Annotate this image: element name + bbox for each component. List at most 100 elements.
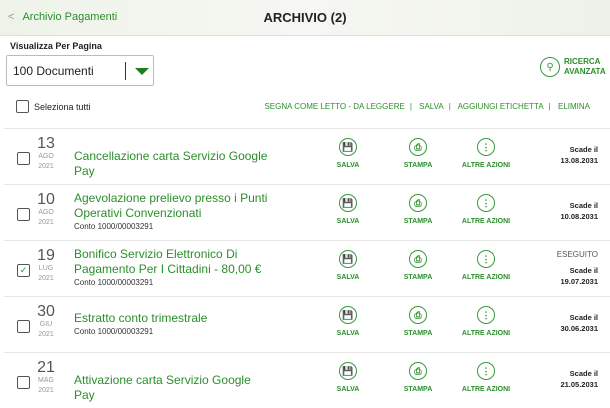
save-button[interactable]: 💾 SALVA	[318, 250, 378, 281]
select-all-label: Seleziona tutti	[34, 101, 91, 112]
expiry-date: 19.07.2031	[560, 277, 598, 286]
print-button[interactable]: ⎙ STAMPA	[388, 194, 448, 225]
row-account: Conto 1000/00003291	[74, 222, 154, 231]
row-account: Conto 1000/00003291	[74, 327, 154, 336]
row-title[interactable]: Bonifico Servizio Elettronico Di Pagamen…	[74, 247, 274, 277]
date-day: 21	[37, 359, 55, 376]
delete-link[interactable]: ELIMINA	[558, 102, 590, 111]
save-button[interactable]: 💾 SALVA	[318, 138, 378, 169]
print-icon: ⎙	[409, 306, 427, 324]
bulk-actions: SEGNA COME LETTO - DA LEGGERE | SALVA | AG…	[264, 102, 590, 111]
advanced-search-button[interactable]: ⚲ RICERCA AVANZATA	[540, 57, 606, 77]
row-title[interactable]: Agevolazione prelievo presso i Punti Ope…	[74, 191, 274, 221]
mark-read-link[interactable]: SEGNA COME LETTO - DA LEGGERE	[264, 102, 404, 111]
print-label: STAMPA	[403, 386, 433, 393]
document-row[interactable]: 21 MAG 2021 Attivazione carta Servizio Goo…	[4, 352, 610, 408]
row-date: 19 LUG 2021	[36, 248, 56, 284]
date-month: MAG	[38, 377, 54, 384]
expiry-label: Scade il	[569, 266, 598, 275]
row-checkbox[interactable]	[17, 152, 30, 165]
add-label-link[interactable]: AGGIUNGI ETICHETTA	[458, 102, 544, 111]
print-button[interactable]: ⎙ STAMPA	[388, 306, 448, 337]
date-day: 30	[37, 303, 55, 320]
expiry-label: Scade il	[569, 145, 598, 154]
row-date: 30 GIU 2021	[36, 304, 56, 340]
row-checkbox[interactable]	[17, 376, 30, 389]
separator: |	[548, 102, 551, 111]
date-month: AGO	[38, 153, 54, 160]
print-button[interactable]: ⎙ STAMPA	[388, 362, 448, 393]
save-button[interactable]: 💾 SALVA	[318, 194, 378, 225]
more-vertical-icon: ⋮	[477, 138, 495, 156]
print-icon: ⎙	[409, 194, 427, 212]
row-checkbox[interactable]	[17, 320, 30, 333]
search-label-1: RICERCA	[564, 57, 601, 66]
select-divider	[125, 62, 126, 80]
print-label: STAMPA	[403, 330, 433, 337]
expiry-date: 21.05.2031	[560, 380, 598, 389]
more-label: ALTRE AZIONI	[461, 330, 511, 337]
document-row[interactable]: ✓ 19 LUG 2021 Bonifico Servizio Elettronic…	[4, 240, 610, 296]
row-title[interactable]: Attivazione carta Servizio Google Pay	[74, 373, 274, 403]
more-label: ALTRE AZIONI	[461, 218, 511, 225]
row-checkbox[interactable]: ✓	[17, 264, 30, 277]
separator: |	[448, 102, 451, 111]
row-date: 10 AGO 2021	[36, 192, 56, 228]
more-label: ALTRE AZIONI	[461, 162, 511, 169]
document-row[interactable]: 13 AGO 2021 Cancellazione carta Servizio G…	[4, 128, 610, 184]
save-label: SALVA	[336, 274, 360, 281]
page-title: ARCHIVIO (2)	[263, 10, 347, 25]
document-row[interactable]: 30 GIU 2021 Estratto conto trimestrale Cont…	[4, 296, 610, 352]
save-button[interactable]: 💾 SALVA	[318, 362, 378, 393]
more-actions-button[interactable]: ⋮ ALTRE AZIONI	[456, 194, 516, 225]
date-day: 13	[37, 135, 55, 152]
header-bar: < Archivio Pagamenti ARCHIVIO (2)	[0, 0, 610, 36]
print-icon: ⎙	[409, 362, 427, 380]
more-actions-button[interactable]: ⋮ ALTRE AZIONI	[456, 362, 516, 393]
more-vertical-icon: ⋮	[477, 362, 495, 380]
print-button[interactable]: ⎙ STAMPA	[388, 250, 448, 281]
date-year: 2021	[38, 163, 54, 170]
more-actions-button[interactable]: ⋮ ALTRE AZIONI	[456, 250, 516, 281]
date-month: GIU	[39, 321, 53, 328]
document-row[interactable]: 10 AGO 2021 Agevolazione prelievo presso i…	[4, 184, 610, 240]
save-icon: 💾	[339, 250, 357, 268]
date-day: 10	[37, 191, 55, 208]
print-icon: ⎙	[409, 138, 427, 156]
date-year: 2021	[38, 387, 54, 394]
print-button[interactable]: ⎙ STAMPA	[388, 138, 448, 169]
caret-down-icon	[135, 68, 149, 75]
expiry-label: Scade il	[569, 313, 598, 322]
date-year: 2021	[38, 331, 54, 338]
row-date: 21 MAG 2021	[36, 360, 56, 396]
row-date: 13 AGO 2021	[36, 136, 56, 172]
more-actions-button[interactable]: ⋮ ALTRE AZIONI	[456, 306, 516, 337]
save-icon: 💾	[339, 138, 357, 156]
search-label-2: AVANZATA	[564, 67, 606, 76]
per-page-select[interactable]: 100 Documenti	[6, 55, 154, 86]
separator: |	[409, 102, 412, 111]
print-label: STAMPA	[403, 162, 433, 169]
save-label: SALVA	[336, 330, 360, 337]
save-all-link[interactable]: SALVA	[419, 102, 444, 111]
more-actions-button[interactable]: ⋮ ALTRE AZIONI	[456, 138, 516, 169]
save-label: SALVA	[336, 218, 360, 225]
row-checkbox[interactable]	[17, 208, 30, 221]
print-label: STAMPA	[403, 218, 433, 225]
expiry-label: Scade il	[569, 201, 598, 210]
select-all[interactable]: Seleziona tutti	[16, 100, 91, 113]
expiry-label: Scade il	[569, 369, 598, 378]
row-title[interactable]: Estratto conto trimestrale	[74, 311, 274, 326]
select-all-checkbox[interactable]	[16, 100, 29, 113]
date-year: 2021	[38, 219, 54, 226]
save-button[interactable]: 💾 SALVA	[318, 306, 378, 337]
date-year: 2021	[38, 275, 54, 282]
print-label: STAMPA	[403, 274, 433, 281]
row-title[interactable]: Cancellazione carta Servizio Google Pay	[74, 149, 274, 179]
expiry-date: 10.08.2031	[560, 212, 598, 221]
expiry-date: 13.08.2031	[560, 156, 598, 165]
save-label: SALVA	[336, 386, 360, 393]
more-vertical-icon: ⋮	[477, 250, 495, 268]
more-vertical-icon: ⋮	[477, 194, 495, 212]
date-month: AGO	[38, 209, 54, 216]
